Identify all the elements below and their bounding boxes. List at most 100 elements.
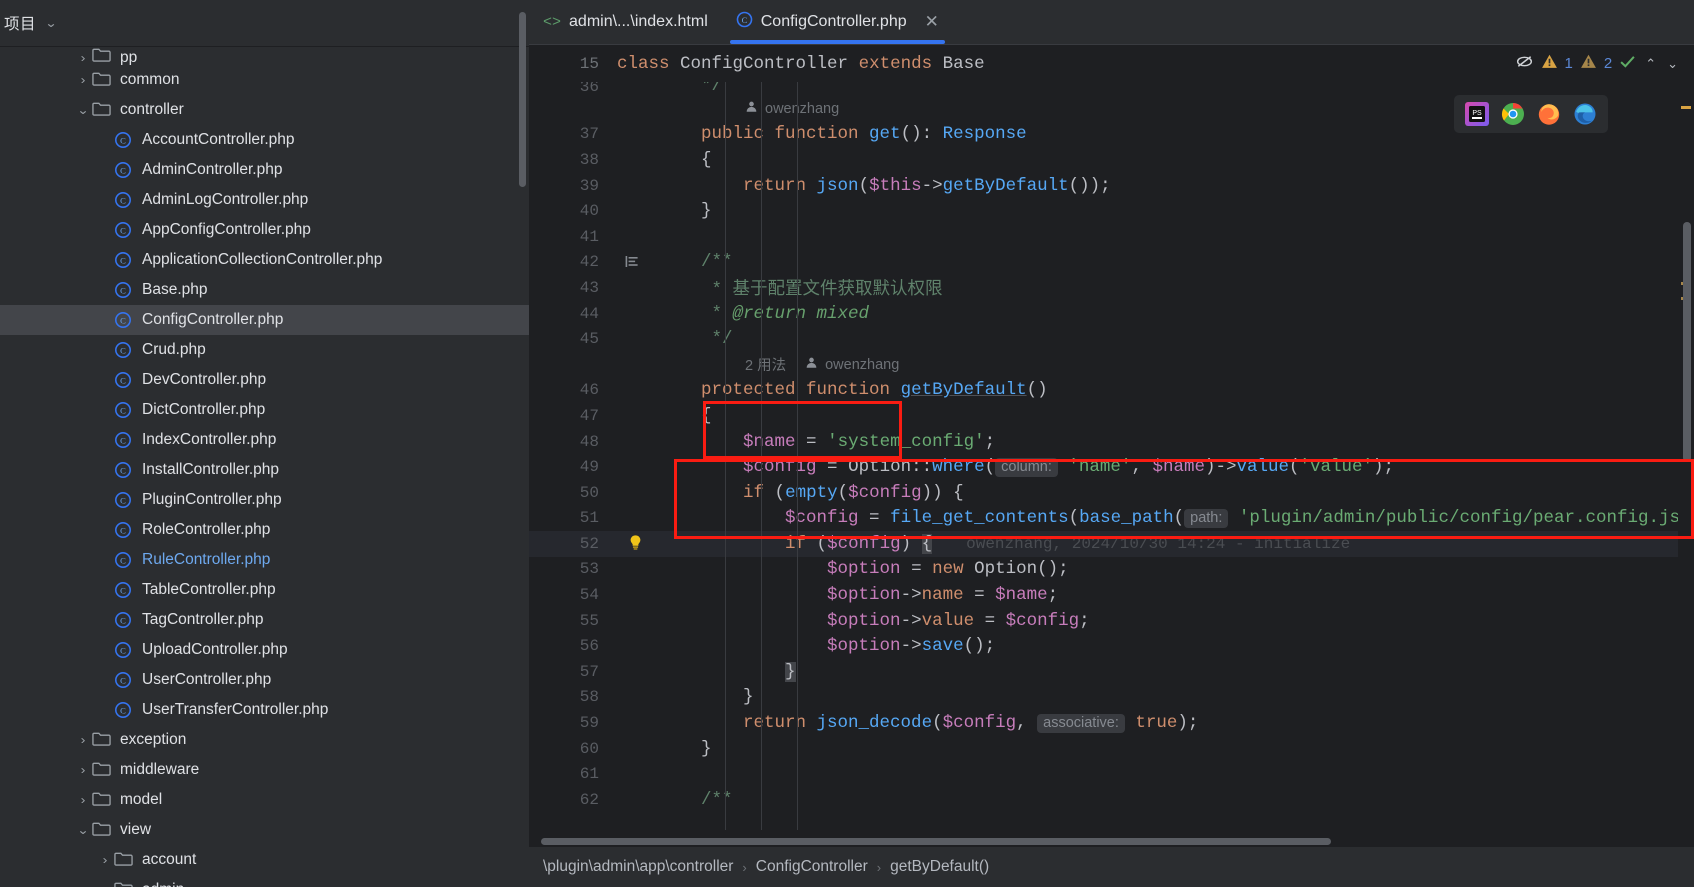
stripe-warning-mark[interactable] [1681, 106, 1691, 109]
tree-file-row[interactable]: · C AdminController.php [0, 155, 529, 185]
code-line[interactable]: 55 $option->value = $config; [529, 608, 1694, 634]
line-number[interactable]: 43 [529, 279, 617, 297]
tree-folder-row[interactable]: ⌄ controller [0, 95, 529, 125]
code-line[interactable]: 51 $config = file_get_contents(base_path… [529, 506, 1694, 532]
chevron-right-icon[interactable]: › [94, 853, 116, 867]
tree-file-row[interactable]: · C ApplicationCollectionController.php [0, 245, 529, 275]
line-number[interactable]: 58 [529, 688, 617, 706]
chevron-right-icon[interactable]: › [72, 73, 94, 87]
editor-vertical-scrollbar[interactable] [1683, 222, 1691, 462]
tree-file-row[interactable]: · C Crud.php [0, 335, 529, 365]
line-number[interactable]: 44 [529, 305, 617, 323]
code-line[interactable]: 49 $config = Option::where(column: 'name… [529, 454, 1694, 480]
code-viewport[interactable]: 36 */ owenzhang 37 public function get(): … [529, 82, 1694, 830]
chevron-down-icon[interactable]: ⌄ [72, 103, 94, 117]
chevron-right-icon[interactable]: › [72, 793, 94, 807]
code-line[interactable]: 53 $option = new Option(); [529, 557, 1694, 583]
chevron-right-icon[interactable]: › [72, 733, 94, 747]
tree-file-row[interactable]: · C TagController.php [0, 605, 529, 635]
browser-launcher-strip[interactable]: PS [1454, 95, 1608, 133]
code-line[interactable]: 52 if ($config) {owenzhang, 2024/10/30 1… [529, 531, 1694, 557]
tab-index-html[interactable]: <> admin\...\index.html [529, 0, 722, 44]
code-line[interactable]: 57 } [529, 659, 1694, 685]
chevron-down-icon[interactable]: ⌄ [45, 16, 58, 30]
code-line[interactable]: 45 */ [529, 326, 1694, 352]
inspection-widget[interactable]: 1 2 ⌃ ⌄ [1515, 52, 1694, 75]
code-line[interactable]: 40 } [529, 198, 1694, 224]
code-line[interactable]: 60 } [529, 736, 1694, 762]
line-number[interactable]: 36 [529, 82, 617, 96]
line-number[interactable]: 49 [529, 458, 617, 476]
tree-file-row[interactable]: · C DictController.php [0, 395, 529, 425]
tree-folder-row[interactable]: › middleware [0, 755, 529, 785]
tree-file-row[interactable]: · C UploadController.php [0, 635, 529, 665]
code-line[interactable]: 58 } [529, 685, 1694, 711]
line-number[interactable]: 45 [529, 330, 617, 348]
breadcrumb-item[interactable]: \plugin\admin\app\controller [543, 858, 733, 876]
code-line[interactable]: 43 * 基于配置文件获取默认权限 [529, 275, 1694, 301]
code-annotation-row[interactable]: 2 用法 owenzhang [529, 352, 1694, 378]
code-line[interactable]: 48 $name = 'system_config'; [529, 429, 1694, 455]
line-number[interactable]: 50 [529, 484, 617, 502]
chevron-right-icon[interactable]: › [72, 763, 94, 777]
line-number[interactable]: 51 [529, 509, 617, 527]
warning-triangle-icon[interactable] [1541, 53, 1558, 74]
checkmark-icon[interactable] [1619, 53, 1636, 74]
tree-folder-row[interactable]: › exception [0, 725, 529, 755]
code-line[interactable]: 46 protected function getByDefault() [529, 378, 1694, 404]
tree-folder-row[interactable]: › pp [0, 47, 529, 65]
code-line[interactable]: 39 return json($this->getByDefault()); [529, 173, 1694, 199]
code-line[interactable]: 54 $option->name = $name; [529, 582, 1694, 608]
project-panel-header[interactable]: 项目 ⌄ [0, 0, 529, 46]
author-name[interactable]: owenzhang [825, 357, 899, 373]
chevron-down-icon[interactable]: ⌄ [1665, 56, 1680, 72]
code-line[interactable]: 62 /** [529, 787, 1694, 813]
tree-file-row[interactable]: · C TableController.php [0, 575, 529, 605]
line-number[interactable]: 40 [529, 202, 617, 220]
sidebar-scrollbar[interactable] [519, 12, 526, 187]
code-line[interactable]: 50 if (empty($config)) { [529, 480, 1694, 506]
firefox-icon[interactable] [1537, 102, 1561, 126]
chevron-right-icon[interactable]: › [72, 51, 94, 65]
tree-file-row[interactable]: · C AppConfigController.php [0, 215, 529, 245]
code-line[interactable]: 41 [529, 224, 1694, 250]
tree-folder-row[interactable]: › admin [0, 875, 529, 887]
close-icon[interactable]: ✕ [925, 12, 939, 32]
intention-bulb-icon[interactable] [627, 534, 644, 556]
tree-file-row[interactable]: · C ConfigController.php [0, 305, 529, 335]
code-line[interactable]: 44 * @return mixed [529, 301, 1694, 327]
tree-file-row[interactable]: · C RuleController.php [0, 545, 529, 575]
author-name[interactable]: owenzhang [765, 101, 839, 117]
editor-horizontal-scrollbar[interactable] [541, 838, 1331, 845]
line-number[interactable]: 56 [529, 637, 617, 655]
usage-count-link[interactable]: 2 用法 [745, 354, 786, 375]
tree-file-row[interactable]: · C Base.php [0, 275, 529, 305]
tree-file-row[interactable]: · C UserTransferController.php [0, 695, 529, 725]
tree-file-row[interactable]: · C RoleController.php [0, 515, 529, 545]
chevron-down-icon[interactable]: ⌄ [72, 823, 94, 837]
line-number[interactable]: 55 [529, 612, 617, 630]
tree-file-row[interactable]: · C DevController.php [0, 365, 529, 395]
chrome-icon[interactable] [1501, 102, 1525, 126]
tree-file-row[interactable]: · C PluginController.php [0, 485, 529, 515]
code-line[interactable]: 38 { [529, 147, 1694, 173]
tree-folder-row[interactable]: › account [0, 845, 529, 875]
line-number[interactable]: 54 [529, 586, 617, 604]
code-lines[interactable]: 36 */ owenzhang 37 public function get(): … [529, 82, 1694, 813]
code-line[interactable]: 61 [529, 761, 1694, 787]
tab-configcontroller-php[interactable]: C ConfigController.php ✕ [721, 0, 953, 44]
error-stripe[interactable] [1678, 82, 1694, 830]
tree-folder-row[interactable]: › model [0, 785, 529, 815]
code-line[interactable]: 59 return json_decode($config, associati… [529, 710, 1694, 736]
line-number[interactable]: 57 [529, 663, 617, 681]
breadcrumb-item[interactable]: getByDefault() [890, 858, 989, 876]
tree-file-row[interactable]: · C AccountController.php [0, 125, 529, 155]
phpstorm-icon[interactable]: PS [1465, 102, 1489, 126]
chevron-up-icon[interactable]: ⌃ [1643, 56, 1658, 72]
line-number[interactable]: 61 [529, 765, 617, 783]
eye-crossed-icon[interactable] [1515, 52, 1534, 75]
line-number[interactable]: 60 [529, 740, 617, 758]
line-number[interactable]: 46 [529, 381, 617, 399]
line-number[interactable]: 47 [529, 407, 617, 425]
line-number[interactable]: 39 [529, 177, 617, 195]
